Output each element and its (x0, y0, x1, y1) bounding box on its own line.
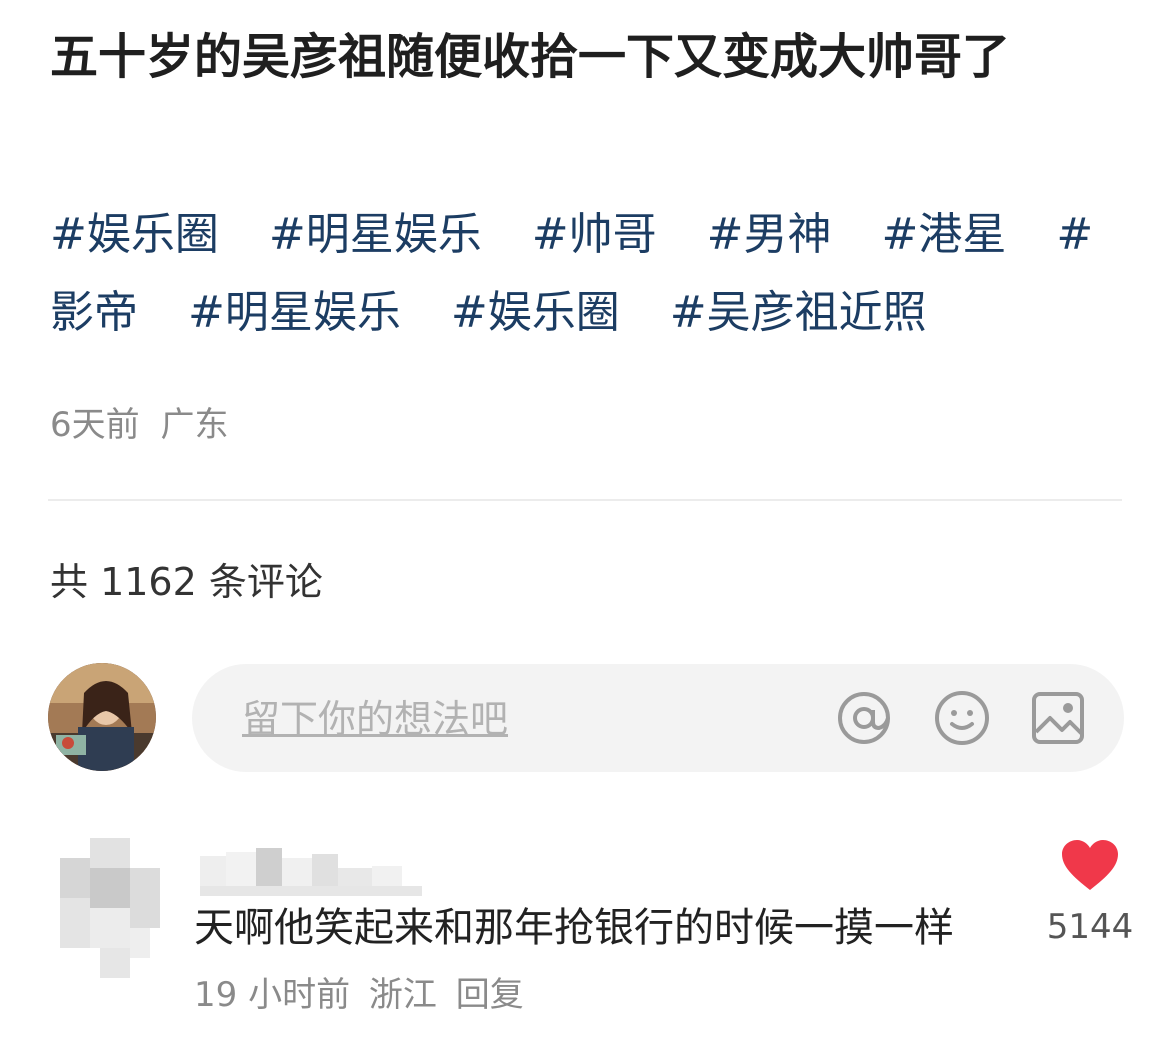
comment-text: 天啊他笑起来和那年抢银行的时候一摸一样 (194, 905, 954, 951)
tag-list: #娱乐圈 #明星娱乐 #帅哥 #男神 #港星 #影帝 #明星娱乐 #娱乐圈 #吴… (50, 196, 1130, 352)
post-title: 五十岁的吴彦祖随便收拾一下又变成大帅哥了 (50, 29, 1011, 85)
user-avatar[interactable] (48, 663, 156, 771)
comment-time: 19 小时前 (194, 975, 351, 1015)
commenter-avatar[interactable] (60, 838, 160, 986)
divider (48, 499, 1122, 501)
comment-input-box[interactable] (192, 664, 1124, 772)
tag-link[interactable]: #男神 (707, 209, 832, 260)
reply-button[interactable]: 回复 (456, 975, 524, 1015)
post-location: 广东 (160, 405, 229, 445)
like-count: 5144 (1046, 907, 1134, 947)
tag-link[interactable]: #港星 (882, 209, 1007, 260)
comment-count: 共 1162 条评论 (50, 560, 323, 604)
commenter-name[interactable] (196, 848, 422, 908)
tag-link[interactable]: #帅哥 (532, 209, 657, 260)
post-meta: 6天前 广东 (50, 402, 238, 448)
heart-icon (1062, 840, 1118, 890)
tag-link[interactable]: #娱乐圈 (50, 209, 219, 260)
comment-input[interactable] (240, 688, 804, 750)
avatar-photo (48, 663, 156, 771)
tag-link[interactable]: #娱乐圈 (451, 287, 620, 338)
emoji-icon[interactable] (934, 690, 990, 746)
post-time: 6天前 (50, 405, 140, 445)
post-detail-page: 五十岁的吴彦祖随便收拾一下又变成大帅哥了 #娱乐圈 #明星娱乐 #帅哥 #男神 … (0, 0, 1169, 1056)
tag-link[interactable]: #明星娱乐 (188, 287, 401, 338)
comment-item: 天啊他笑起来和那年抢银行的时候一摸一样 19 小时前 浙江 回复 5144 (0, 830, 1169, 1030)
like-button[interactable] (1060, 838, 1120, 894)
comment-meta: 19 小时前 浙江 回复 (194, 972, 532, 1018)
image-icon[interactable] (1030, 690, 1086, 746)
comment-location: 浙江 (368, 975, 437, 1015)
tag-link[interactable]: #吴彦祖近照 (670, 287, 927, 338)
tag-link[interactable]: #明星娱乐 (269, 209, 482, 260)
at-icon[interactable] (836, 690, 892, 746)
